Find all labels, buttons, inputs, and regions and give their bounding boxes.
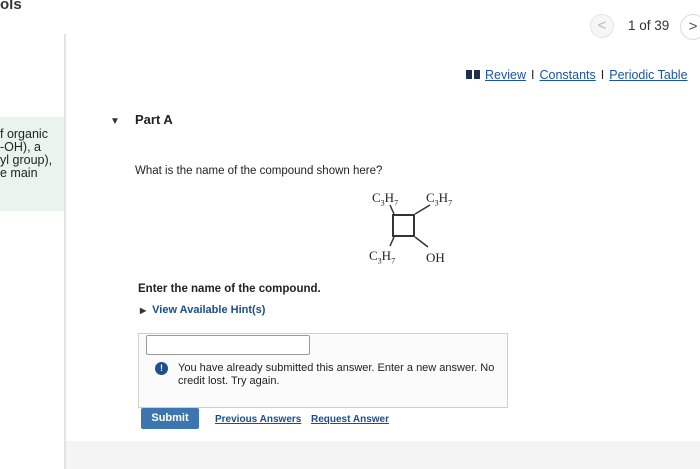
resource-links: Review I Constants I Periodic Table: [466, 68, 688, 82]
feedback-message: You have already submitted this answer. …: [178, 362, 495, 387]
submit-button[interactable]: Submit: [141, 408, 199, 429]
previous-item-button[interactable]: <: [590, 14, 614, 38]
bond-top-left: [389, 204, 395, 215]
sidebar-line-4: e main: [0, 166, 38, 180]
request-answer-link[interactable]: Request Answer: [311, 414, 389, 425]
answer-input[interactable]: [146, 335, 310, 355]
sidebar-line-1: f organic: [0, 127, 48, 141]
sidebar-panel: [0, 0, 64, 469]
link-separator: I: [600, 68, 605, 82]
sidebar-divider: [64, 34, 66, 469]
molecule-label-bottom-left: C3H7: [369, 248, 396, 266]
previous-answers-link[interactable]: Previous Answers: [215, 414, 301, 425]
molecule-label-hydroxyl: OH: [426, 250, 445, 265]
cyclobutane-ring: [392, 214, 415, 237]
view-hints-link[interactable]: ▶ View Available Hint(s): [140, 304, 265, 316]
review-link[interactable]: Review: [485, 68, 526, 82]
periodic-table-link[interactable]: Periodic Table: [609, 68, 687, 82]
question-text: What is the name of the compound shown h…: [135, 165, 383, 177]
collapse-triangle-icon[interactable]: ▼: [110, 116, 120, 127]
book-icon: [466, 70, 480, 79]
sidebar-line-3: yl group),: [0, 153, 53, 167]
instruction-text: Enter the name of the compound.: [138, 283, 321, 295]
item-counter: 1 of 39: [628, 18, 670, 33]
sidebar-title: ols: [0, 0, 22, 13]
constants-link[interactable]: Constants: [539, 68, 595, 82]
bond-bottom-left: [389, 236, 395, 247]
bond-bottom-right: [414, 236, 429, 248]
bottom-panel: [66, 441, 700, 469]
next-item-button[interactable]: >: [680, 14, 700, 40]
expand-triangle-icon: ▶: [140, 306, 147, 315]
link-separator: I: [531, 68, 535, 82]
sidebar-line-2: -OH), a: [0, 140, 41, 154]
view-hints-label: View Available Hint(s): [152, 304, 266, 316]
part-title[interactable]: Part A: [135, 112, 173, 127]
bond-top-right: [414, 204, 431, 215]
sidebar-intro-text: f organic -OH), a yl group), e main: [0, 128, 52, 180]
alert-icon: !: [155, 362, 168, 375]
